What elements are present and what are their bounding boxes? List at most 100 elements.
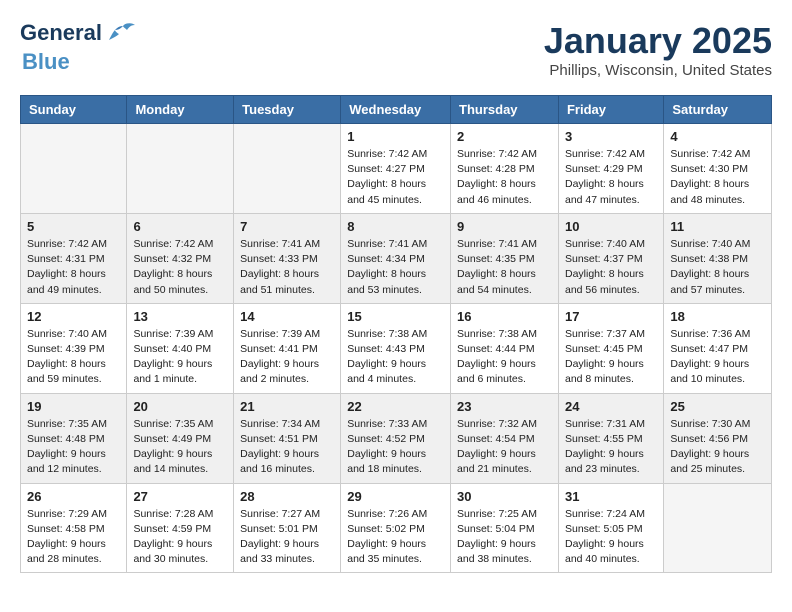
day-number: 8 — [347, 219, 444, 234]
calendar-cell: 8 Sunrise: 7:41 AM Sunset: 4:34 PM Daylig… — [341, 213, 451, 303]
day-info: Sunrise: 7:31 AM Sunset: 4:55 PM Dayligh… — [565, 417, 657, 478]
calendar-cell: 13Sunrise: 7:39 AM Sunset: 4:40 PM Dayli… — [127, 303, 234, 393]
day-info: Sunrise: 7:42 AM Sunset: 4:32 PM Dayligh… — [133, 237, 227, 298]
calendar-cell: 17Sunrise: 7:37 AM Sunset: 4:45 PM Dayli… — [558, 303, 663, 393]
day-info: Sunrise: 7:38 AM Sunset: 4:43 PM Dayligh… — [347, 327, 444, 388]
weekday-header-saturday: Saturday — [664, 96, 772, 124]
calendar-cell: 26Sunrise: 7:29 AM Sunset: 4:58 PM Dayli… — [21, 483, 127, 573]
calendar-cell: 7 Sunrise: 7:41 AM Sunset: 4:33 PM Daylig… — [234, 213, 341, 303]
day-info: Sunrise: 7:40 AM Sunset: 4:39 PM Dayligh… — [27, 327, 120, 388]
day-info: Sunrise: 7:36 AM Sunset: 4:47 PM Dayligh… — [670, 327, 765, 388]
calendar-cell: 31 Sunrise: 7:24 AM Sunset: 5:05 PM Dayli… — [558, 483, 663, 573]
calendar-cell — [127, 124, 234, 214]
calendar-cell: 30Sunrise: 7:25 AM Sunset: 5:04 PM Dayli… — [451, 483, 559, 573]
day-number: 2 — [457, 129, 552, 144]
day-info: Sunrise: 7:35 AM Sunset: 4:49 PM Dayligh… — [133, 417, 227, 478]
day-info: Sunrise: 7:42 AM Sunset: 4:28 PM Dayligh… — [457, 147, 552, 208]
day-info: Sunrise: 7:29 AM Sunset: 4:58 PM Dayligh… — [27, 507, 120, 568]
day-info: Sunrise: 7:32 AM Sunset: 4:54 PM Dayligh… — [457, 417, 552, 478]
calendar-cell: 18 Sunrise: 7:36 AM Sunset: 4:47 PM Dayli… — [664, 303, 772, 393]
calendar-cell: 9 Sunrise: 7:41 AM Sunset: 4:35 PM Daylig… — [451, 213, 559, 303]
weekday-header-sunday: Sunday — [21, 96, 127, 124]
logo-general: General — [20, 20, 102, 45]
day-info: Sunrise: 7:27 AM Sunset: 5:01 PM Dayligh… — [240, 507, 334, 568]
calendar-week-row: 26Sunrise: 7:29 AM Sunset: 4:58 PM Dayli… — [21, 483, 772, 573]
day-number: 1 — [347, 129, 444, 144]
calendar-cell: 29 Sunrise: 7:26 AM Sunset: 5:02 PM Dayli… — [341, 483, 451, 573]
calendar-cell: 20 Sunrise: 7:35 AM Sunset: 4:49 PM Dayli… — [127, 393, 234, 483]
title-block: January 2025 Phillips, Wisconsin, United… — [544, 20, 772, 79]
calendar-cell: 2 Sunrise: 7:42 AM Sunset: 4:28 PM Daylig… — [451, 124, 559, 214]
day-number: 27 — [133, 489, 227, 504]
day-info: Sunrise: 7:40 AM Sunset: 4:38 PM Dayligh… — [670, 237, 765, 298]
day-number: 7 — [240, 219, 334, 234]
day-number: 23 — [457, 399, 552, 414]
day-number: 20 — [133, 399, 227, 414]
day-info: Sunrise: 7:42 AM Sunset: 4:30 PM Dayligh… — [670, 147, 765, 208]
day-number: 29 — [347, 489, 444, 504]
weekday-header-tuesday: Tuesday — [234, 96, 341, 124]
weekday-header-monday: Monday — [127, 96, 234, 124]
day-number: 31 — [565, 489, 657, 504]
calendar-cell: 11 Sunrise: 7:40 AM Sunset: 4:38 PM Dayli… — [664, 213, 772, 303]
calendar-cell: 16Sunrise: 7:38 AM Sunset: 4:44 PM Dayli… — [451, 303, 559, 393]
day-info: Sunrise: 7:35 AM Sunset: 4:48 PM Dayligh… — [27, 417, 120, 478]
day-number: 28 — [240, 489, 334, 504]
calendar-table: SundayMondayTuesdayWednesdayThursdayFrid… — [20, 95, 772, 573]
weekday-header-wednesday: Wednesday — [341, 96, 451, 124]
day-number: 3 — [565, 129, 657, 144]
calendar-week-row: 19 Sunrise: 7:35 AM Sunset: 4:48 PM Dayli… — [21, 393, 772, 483]
calendar-cell — [664, 483, 772, 573]
weekday-header-thursday: Thursday — [451, 96, 559, 124]
day-info: Sunrise: 7:41 AM Sunset: 4:35 PM Dayligh… — [457, 237, 552, 298]
month-title: January 2025 — [544, 20, 772, 62]
calendar-cell: 3 Sunrise: 7:42 AM Sunset: 4:29 PM Daylig… — [558, 124, 663, 214]
day-info: Sunrise: 7:25 AM Sunset: 5:04 PM Dayligh… — [457, 507, 552, 568]
calendar-cell: 25Sunrise: 7:30 AM Sunset: 4:56 PM Dayli… — [664, 393, 772, 483]
day-number: 4 — [670, 129, 765, 144]
calendar-cell: 4 Sunrise: 7:42 AM Sunset: 4:30 PM Daylig… — [664, 124, 772, 214]
day-number: 24 — [565, 399, 657, 414]
logo: General Blue — [20, 20, 137, 75]
day-info: Sunrise: 7:26 AM Sunset: 5:02 PM Dayligh… — [347, 507, 444, 568]
day-info: Sunrise: 7:42 AM Sunset: 4:31 PM Dayligh… — [27, 237, 120, 298]
logo-bird-icon — [109, 22, 137, 49]
location: Phillips, Wisconsin, United States — [544, 62, 772, 79]
day-number: 21 — [240, 399, 334, 414]
day-number: 12 — [27, 309, 120, 324]
day-number: 18 — [670, 309, 765, 324]
day-number: 10 — [565, 219, 657, 234]
calendar-cell: 1Sunrise: 7:42 AM Sunset: 4:27 PM Daylig… — [341, 124, 451, 214]
logo-blue: Blue — [22, 49, 70, 74]
day-number: 17 — [565, 309, 657, 324]
day-info: Sunrise: 7:41 AM Sunset: 4:33 PM Dayligh… — [240, 237, 334, 298]
weekday-header-row: SundayMondayTuesdayWednesdayThursdayFrid… — [21, 96, 772, 124]
calendar-cell — [234, 124, 341, 214]
calendar-cell: 19 Sunrise: 7:35 AM Sunset: 4:48 PM Dayli… — [21, 393, 127, 483]
weekday-header-friday: Friday — [558, 96, 663, 124]
day-info: Sunrise: 7:41 AM Sunset: 4:34 PM Dayligh… — [347, 237, 444, 298]
day-info: Sunrise: 7:42 AM Sunset: 4:29 PM Dayligh… — [565, 147, 657, 208]
day-info: Sunrise: 7:24 AM Sunset: 5:05 PM Dayligh… — [565, 507, 657, 568]
day-number: 25 — [670, 399, 765, 414]
day-number: 19 — [27, 399, 120, 414]
calendar-cell: 14 Sunrise: 7:39 AM Sunset: 4:41 PM Dayli… — [234, 303, 341, 393]
day-number: 9 — [457, 219, 552, 234]
calendar-cell — [21, 124, 127, 214]
day-info: Sunrise: 7:40 AM Sunset: 4:37 PM Dayligh… — [565, 237, 657, 298]
day-number: 22 — [347, 399, 444, 414]
calendar-cell: 27Sunrise: 7:28 AM Sunset: 4:59 PM Dayli… — [127, 483, 234, 573]
day-number: 11 — [670, 219, 765, 234]
calendar-cell: 6 Sunrise: 7:42 AM Sunset: 4:32 PM Daylig… — [127, 213, 234, 303]
calendar-cell: 12 Sunrise: 7:40 AM Sunset: 4:39 PM Dayli… — [21, 303, 127, 393]
calendar-week-row: 5Sunrise: 7:42 AM Sunset: 4:31 PM Daylig… — [21, 213, 772, 303]
calendar-cell: 22 Sunrise: 7:33 AM Sunset: 4:52 PM Dayli… — [341, 393, 451, 483]
day-number: 6 — [133, 219, 227, 234]
day-info: Sunrise: 7:39 AM Sunset: 4:41 PM Dayligh… — [240, 327, 334, 388]
calendar-cell: 21Sunrise: 7:34 AM Sunset: 4:51 PM Dayli… — [234, 393, 341, 483]
day-number: 14 — [240, 309, 334, 324]
page-header: General Blue January 2025 Phillips, Wisc… — [20, 20, 772, 79]
day-info: Sunrise: 7:33 AM Sunset: 4:52 PM Dayligh… — [347, 417, 444, 478]
day-info: Sunrise: 7:38 AM Sunset: 4:44 PM Dayligh… — [457, 327, 552, 388]
calendar-cell: 15Sunrise: 7:38 AM Sunset: 4:43 PM Dayli… — [341, 303, 451, 393]
